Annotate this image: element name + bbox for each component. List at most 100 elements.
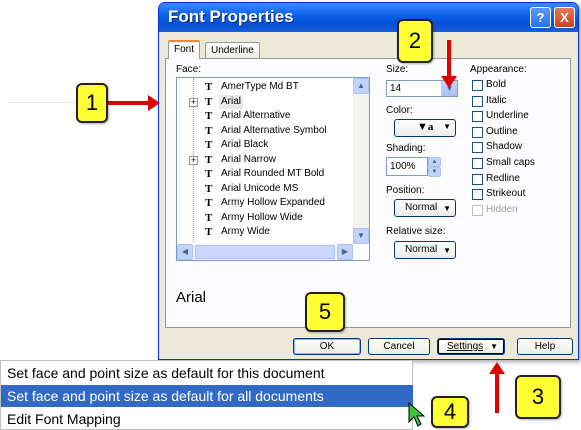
appearance-checkbox[interactable]	[472, 142, 483, 154]
cancel-button[interactable]: Cancel	[368, 338, 430, 355]
position-dropdown[interactable]: Normal ▼	[394, 199, 456, 217]
color-bucket-icon: ▼a	[417, 121, 434, 133]
font-name: Arial Black	[221, 139, 269, 150]
face-list-item[interactable]: T Army Hollow Wide	[177, 211, 355, 225]
shading-down-arrow[interactable]: ▼	[428, 167, 441, 177]
chevron-down-icon: ▼	[490, 342, 498, 351]
face-list-item[interactable]: T Arial Unicode MS	[177, 182, 355, 196]
truetype-font-icon: T	[205, 81, 213, 93]
font-name: Arial Narrow	[221, 153, 277, 165]
face-list-item[interactable]: T Army Hollow Expanded	[177, 196, 355, 210]
screenshot-stage: Font Properties ? X Font Underline Face:…	[0, 0, 581, 430]
position-value: Normal	[405, 202, 438, 213]
tab-font[interactable]: Font	[168, 40, 201, 59]
chevron-down-icon: ▼	[443, 122, 451, 131]
tab-underline[interactable]: Underline	[205, 42, 260, 59]
arrow-3-shaft	[495, 373, 499, 413]
font-name: AmerType Md BT	[221, 81, 299, 92]
font-name: Arial Unicode MS	[221, 182, 299, 194]
shading-label: Shading:	[386, 143, 426, 154]
appearance-checkbox[interactable]	[472, 111, 483, 123]
title-bar[interactable]: Font Properties ? X	[159, 3, 578, 32]
horizontal-scroll-thumb[interactable]	[195, 245, 335, 259]
settings-label: Settings	[447, 341, 484, 352]
face-list-item[interactable]: + T Arial	[177, 94, 355, 109]
settings-button[interactable]: Settings ▼	[437, 338, 505, 355]
appearance-option-label: Italic	[486, 94, 507, 106]
face-list-item[interactable]: T AmerType Md BT	[177, 80, 355, 94]
appearance-checkbox[interactable]	[472, 173, 483, 185]
face-list-item[interactable]: T Arial Rounded MT Bold	[177, 167, 355, 181]
help-button[interactable]: Help	[517, 338, 573, 355]
chevron-down-icon: ▼	[443, 246, 451, 255]
menu-item-default-this-document[interactable]: Set face and point size as default for t…	[1, 362, 413, 384]
arrow-1-head	[148, 95, 160, 111]
face-list[interactable]: T AmerType Md BT + T Arial T Arial Alternative…	[176, 77, 370, 261]
position-label: Position:	[386, 185, 425, 196]
face-list-item[interactable]: T Arial Black	[177, 138, 355, 152]
appearance-checkbox[interactable]	[472, 158, 483, 169]
dialog-title: Font Properties	[168, 7, 294, 26]
face-list-item[interactable]: T Arial Alternative Symbol	[177, 124, 355, 138]
appearance-checkbox[interactable]	[472, 95, 483, 107]
horizontal-scrollbar[interactable]: ◀ ▶	[177, 244, 353, 260]
callout-2: 2	[397, 19, 433, 63]
appearance-option-label: Bold	[486, 79, 507, 90]
face-list-item[interactable]: T Army Wide	[177, 225, 355, 239]
ok-button[interactable]: OK	[293, 338, 361, 355]
expand-plus-icon[interactable]: +	[189, 97, 198, 107]
face-list-item[interactable]: + T Arial Narrow	[177, 153, 355, 167]
appearance-option-label: Outline	[486, 125, 518, 137]
appearance-checkbox[interactable]	[472, 189, 483, 201]
appearance-checkbox[interactable]	[472, 204, 483, 216]
color-label: Color:	[386, 105, 413, 116]
appearance-option-label: Strikeout	[486, 188, 526, 200]
font-name: Arial Rounded MT Bold	[221, 168, 325, 179]
callout-2-number: 2	[408, 28, 422, 53]
arrow-1-shaft	[108, 101, 150, 105]
menu-item-edit-font-mapping[interactable]: Edit Font Mapping	[1, 408, 413, 430]
appearance-option-label: Redline	[486, 172, 520, 184]
scroll-left-button[interactable]: ◀	[177, 244, 193, 260]
truetype-font-icon: T	[205, 197, 213, 209]
expand-plus-icon[interactable]: +	[189, 155, 198, 165]
settings-menu: Set face and point size as default for t…	[0, 360, 413, 430]
truetype-font-icon: T	[205, 211, 213, 224]
mouse-cursor-icon	[408, 402, 426, 427]
font-name: Army Hollow Wide	[221, 211, 303, 223]
close-button[interactable]: X	[554, 7, 575, 28]
truetype-font-icon: T	[205, 110, 213, 122]
appearance-label: Appearance:	[470, 64, 527, 75]
size-value: 14	[390, 83, 402, 94]
color-picker-button[interactable]: ▼a ▼	[394, 119, 456, 137]
truetype-font-icon: T	[205, 168, 213, 180]
truetype-font-icon: T	[205, 226, 213, 238]
appearance-checkbox[interactable]	[472, 126, 483, 138]
callout-5-number: 5	[318, 299, 332, 324]
callout-3-number: 3	[531, 384, 545, 409]
menu-item-default-all-documents[interactable]: Set face and point size as default for a…	[1, 385, 413, 407]
font-name: Army Wide	[221, 226, 270, 237]
help-title-button[interactable]: ?	[530, 7, 551, 28]
scroll-up-button[interactable]: ▲	[353, 78, 369, 94]
arrow-3-head	[489, 362, 505, 374]
vertical-scrollbar[interactable]: ▲ ▼	[353, 78, 369, 244]
truetype-font-icon: T	[205, 95, 213, 108]
face-list-item[interactable]: T Arial Alternative	[177, 109, 355, 123]
scroll-right-button[interactable]: ▶	[337, 244, 353, 260]
shading-spinbox[interactable]: 100%	[386, 157, 428, 176]
appearance-option-label: Hidden	[486, 203, 518, 215]
appearance-option-label: Shadow	[486, 141, 523, 153]
arrow-2-head	[441, 76, 457, 88]
font-name: Army Hollow Expanded	[221, 197, 325, 208]
relative-size-dropdown[interactable]: Normal ▼	[394, 241, 456, 259]
appearance-checkbox[interactable]	[472, 80, 483, 91]
font-name: Arial Alternative	[221, 110, 291, 121]
shading-up-arrow[interactable]: ▲	[428, 157, 441, 167]
truetype-font-icon: T	[205, 139, 213, 151]
face-label: Face:	[176, 64, 202, 75]
scroll-down-button[interactable]: ▼	[353, 228, 369, 244]
shading-value: 100%	[390, 161, 416, 172]
callout-3: 3	[515, 375, 561, 419]
truetype-font-icon: T	[205, 182, 213, 195]
